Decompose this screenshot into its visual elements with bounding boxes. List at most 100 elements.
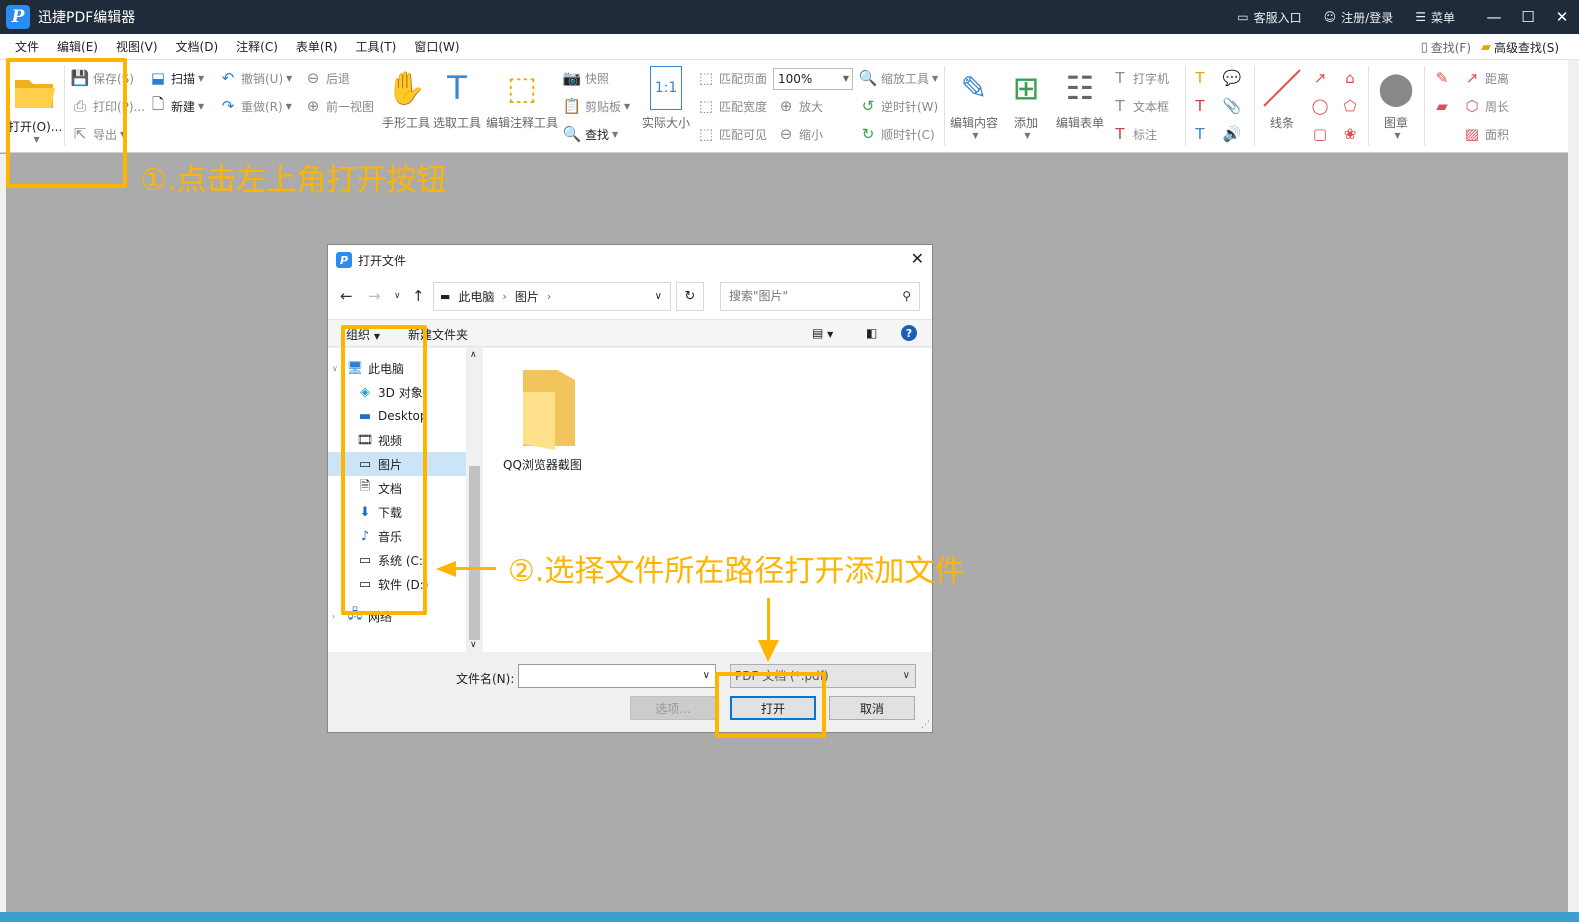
dialog-close-icon[interactable]: ✕ xyxy=(911,249,924,268)
stamp-icon: ⬤ xyxy=(1378,69,1414,107)
folder-search-icon: ▰ xyxy=(1481,39,1492,55)
fit-page-button[interactable]: ⬚ 匹配页面 xyxy=(696,67,767,89)
search-icon: ⚲ xyxy=(902,289,911,303)
back-button[interactable]: ⊖ 后退 xyxy=(303,67,350,89)
rotate-cw-button[interactable]: ↻ 顺时针(C) xyxy=(858,123,935,145)
close-window-button[interactable]: ✕ xyxy=(1545,0,1579,34)
edit-form-button[interactable]: ☷ 编辑表单 xyxy=(1056,66,1104,131)
menu-window[interactable]: 窗口(W) xyxy=(405,34,468,60)
scroll-down-icon[interactable]: ∨ xyxy=(470,640,477,650)
recent-chevron-icon[interactable]: ∨ xyxy=(394,291,401,301)
menu-tools[interactable]: 工具(T) xyxy=(347,34,406,60)
menu-file[interactable]: 文件 xyxy=(6,34,48,60)
arrow-shape-button[interactable]: ↗ xyxy=(1310,67,1333,89)
search-input[interactable]: 搜索"图片" ⚲ xyxy=(720,282,920,311)
refresh-icon: ↻ xyxy=(684,289,696,304)
polygon-shape-button[interactable]: ⬠ xyxy=(1340,95,1363,117)
edit-annotation-tool-button[interactable]: ⬚ 编辑注释工具 xyxy=(486,66,558,131)
pencil-button[interactable]: ✎ xyxy=(1432,67,1455,89)
address-bar[interactable]: ▬ 此电脑 › 图片 › ∨ xyxy=(433,282,671,311)
textbox-button[interactable]: T 文本框 xyxy=(1110,95,1169,117)
zoom-out-button[interactable]: ⊖ 缩小 xyxy=(776,123,823,145)
chevron-down-icon: ▼ xyxy=(827,330,834,339)
find-button[interactable]: ▯ 查找(F) xyxy=(1421,39,1471,56)
rectangle-shape-button[interactable]: ▢ xyxy=(1310,123,1333,145)
login-link[interactable]: ☺ 注册/登录 xyxy=(1324,9,1394,26)
note-button[interactable]: 💬 xyxy=(1222,67,1245,89)
add-content-icon: ⊞ xyxy=(1012,69,1040,107)
sound-button[interactable]: 🔊 xyxy=(1222,123,1245,145)
maximize-button[interactable]: ☐ xyxy=(1511,0,1545,34)
cloud-shape-button[interactable]: ❀ xyxy=(1340,123,1363,145)
zoom-in-button[interactable]: ⊕ 放大 xyxy=(776,95,823,117)
eraser-icon: ▰ xyxy=(1436,97,1448,115)
callout-button[interactable]: T 标注 xyxy=(1110,123,1157,145)
actual-size-button[interactable]: 1:1 实际大小 xyxy=(642,66,690,131)
address-dropdown-icon[interactable]: ∨ xyxy=(655,291,662,302)
menu-form[interactable]: 表单(R) xyxy=(287,34,347,60)
scroll-up-icon[interactable]: ∧ xyxy=(470,350,477,360)
fit-visible-button[interactable]: ⬚ 匹配可见 xyxy=(696,123,767,145)
clipboard-button[interactable]: 📋 剪贴板 ▼ xyxy=(562,95,631,117)
chevron-down-icon[interactable]: ∨ xyxy=(703,670,710,681)
eraser-button[interactable]: ▰ xyxy=(1432,95,1455,117)
lines-button[interactable]: 线条 xyxy=(1260,66,1304,131)
zoom-level-select[interactable]: 100% ▼ xyxy=(773,68,853,90)
polyline-shape-button[interactable]: ⌂ xyxy=(1340,67,1363,89)
breadcrumb-pictures[interactable]: 图片 xyxy=(515,288,539,305)
folder-label[interactable]: QQ浏览器截图 xyxy=(503,456,582,473)
customer-service-link[interactable]: ▭ 客服入口 xyxy=(1237,9,1301,26)
perimeter-button[interactable]: ⬡ 周长 xyxy=(1462,95,1509,117)
view-toggle-button[interactable]: ▤ ▼ xyxy=(812,326,833,340)
cancel-button[interactable]: 取消 xyxy=(829,696,915,720)
add-button[interactable]: ⊞ 添加 ▼ xyxy=(1004,66,1048,140)
scan-button[interactable]: ⬓ 扫描 ▼ xyxy=(148,67,204,89)
undo-button[interactable]: ↶ 撤销(U) ▼ xyxy=(218,67,293,89)
scroll-thumb[interactable] xyxy=(469,466,480,640)
area-button[interactable]: ▨ 面积 xyxy=(1462,123,1509,145)
arrow-to-open xyxy=(767,598,770,646)
edit-content-button[interactable]: ✎ 编辑内容 ▼ xyxy=(950,66,998,140)
menu-document[interactable]: 文档(D) xyxy=(167,34,228,60)
breadcrumb-this-pc[interactable]: 此电脑 xyxy=(458,288,494,305)
main-menu-button[interactable]: ☰ 菜单 xyxy=(1415,9,1455,26)
refresh-button[interactable]: ↻ xyxy=(676,282,704,311)
up-nav-icon[interactable]: ↑ xyxy=(412,287,425,305)
help-icon[interactable]: ? xyxy=(901,325,917,341)
menu-view[interactable]: 视图(V) xyxy=(107,34,167,60)
resize-grip-icon[interactable]: ⋰ xyxy=(921,720,930,730)
filename-input[interactable]: ∨ xyxy=(518,664,716,688)
options-button[interactable]: 选项... xyxy=(630,696,716,720)
arrow-head-left-icon xyxy=(436,561,456,577)
strikeout-button[interactable]: T xyxy=(1190,95,1213,117)
folder-qq-screenshots[interactable] xyxy=(519,368,579,450)
prev-view-button[interactable]: ⊕ 前一视图 xyxy=(303,95,374,117)
preview-pane-button[interactable]: ◧ xyxy=(866,326,877,340)
new-button[interactable]: 🗋 新建 ▼ xyxy=(148,95,204,117)
snapshot-button[interactable]: 📷 快照 xyxy=(562,67,609,89)
menu-comment[interactable]: 注释(C) xyxy=(227,34,287,60)
title-bar: P 迅捷PDF编辑器 ▭ 客服入口 ☺ 注册/登录 ☰ 菜单 — ☐ ✕ xyxy=(0,0,1579,34)
attach-button[interactable]: 📎 xyxy=(1222,95,1245,117)
ellipse-shape-button[interactable]: ◯ xyxy=(1310,95,1333,117)
select-tool-button[interactable]: T 选取工具 xyxy=(433,66,481,131)
zoom-tool-button[interactable]: 🔍 缩放工具 ▼ xyxy=(858,67,939,89)
chevron-right-icon: › xyxy=(502,290,507,303)
redo-button[interactable]: ↷ 重做(R) ▼ xyxy=(218,95,292,117)
back-nav-icon[interactable]: ← xyxy=(340,287,353,305)
minimize-button[interactable]: — xyxy=(1477,0,1511,34)
advanced-find-button[interactable]: ▰ 高级查找(S) xyxy=(1481,39,1559,56)
highlight-text-button[interactable]: T xyxy=(1190,67,1213,89)
hand-tool-button[interactable]: ✋ 手形工具 xyxy=(382,66,430,131)
menu-edit[interactable]: 编辑(E) xyxy=(48,34,107,60)
forward-nav-icon[interactable]: → xyxy=(368,287,381,305)
find-tool-button[interactable]: 🔍 查找 ▼ xyxy=(562,123,619,145)
tree-scrollbar[interactable]: ∧ ∨ xyxy=(466,348,483,652)
typewriter-button[interactable]: T 打字机 xyxy=(1110,67,1169,89)
stamp-button[interactable]: ⬤ 图章 ▼ xyxy=(1374,66,1418,140)
rotate-ccw-button[interactable]: ↺ 逆时针(W) xyxy=(858,95,939,117)
cloud-icon: ❀ xyxy=(1343,125,1357,143)
fit-width-button[interactable]: ⬚ 匹配宽度 xyxy=(696,95,767,117)
underline-button[interactable]: T xyxy=(1190,123,1213,145)
distance-button[interactable]: ↗ 距离 xyxy=(1462,67,1509,89)
